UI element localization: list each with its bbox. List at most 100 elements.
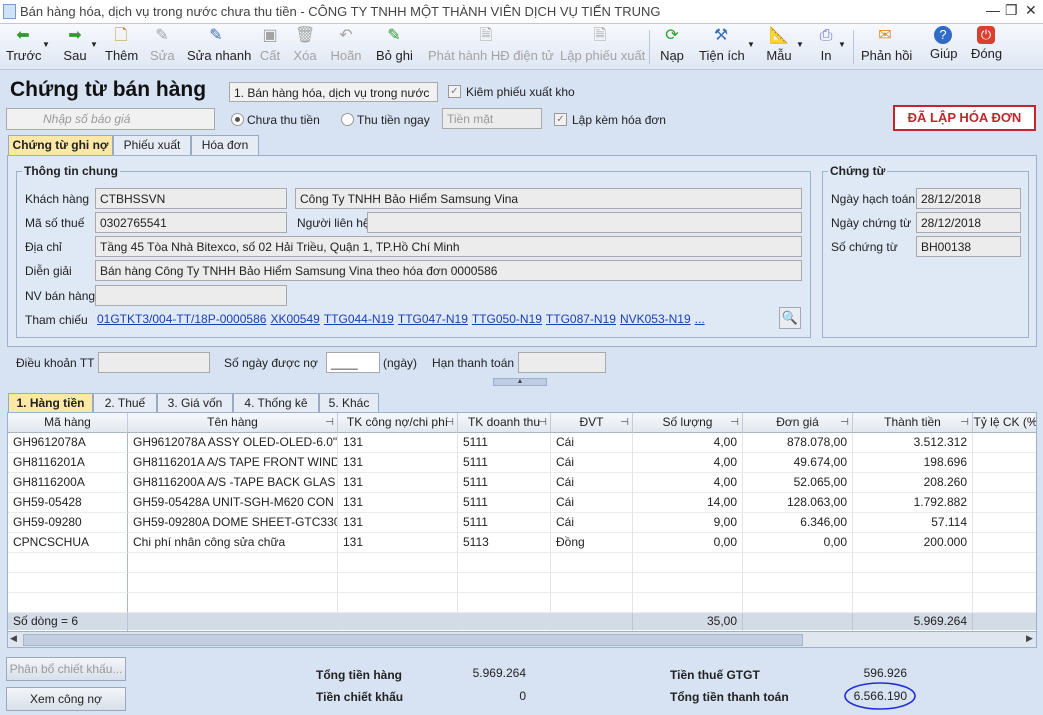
- empty-cell[interactable]: [633, 593, 743, 613]
- col-debit-account-cell[interactable]: 131: [338, 473, 458, 493]
- description-field[interactable]: Bán hàng Công Ty TNHH Bảo Hiểm Samsung V…: [95, 260, 802, 281]
- empty-cell[interactable]: [128, 573, 338, 593]
- add-button[interactable]: 🗋 Thêm: [105, 26, 138, 68]
- empty-cell[interactable]: [338, 573, 458, 593]
- reference-link[interactable]: XK00549: [270, 312, 319, 326]
- col-unit-cell[interactable]: Đồng: [551, 533, 633, 553]
- empty-cell[interactable]: [551, 573, 633, 593]
- credit-days-stepper[interactable]: ____: [326, 352, 380, 373]
- col-quantity-cell[interactable]: 14,00: [633, 493, 743, 513]
- col-revenue-account-cell[interactable]: 5111: [458, 513, 551, 533]
- col-item-name-cell[interactable]: GH59-09280A DOME SHEET-GTC330: [128, 513, 338, 533]
- col-debit-account-cell[interactable]: 131: [338, 513, 458, 533]
- tab-delivery[interactable]: Phiếu xuất: [113, 135, 191, 156]
- voucher-type-select[interactable]: 1. Bán hàng hóa, dịch vụ trong nước: [229, 82, 438, 102]
- customer-code-field[interactable]: CTBHSSVN: [95, 188, 287, 209]
- print-dropdown-icon[interactable]: ▼: [838, 40, 846, 49]
- empty-cell[interactable]: [128, 553, 338, 573]
- save-button[interactable]: ▣ Cất: [259, 26, 281, 68]
- print-button[interactable]: ⎙ In: [815, 26, 837, 68]
- empty-cell[interactable]: [128, 593, 338, 613]
- col-unit-price-cell[interactable]: 52.065,00: [743, 473, 853, 493]
- delivery-checkbox[interactable]: ✓: [448, 85, 461, 98]
- column-pin-icon[interactable]: ⊣: [730, 413, 739, 432]
- col-amount-cell[interactable]: 1.792.882: [853, 493, 973, 513]
- delete-button[interactable]: 🗑 Xóa: [293, 26, 317, 68]
- col-amount-cell[interactable]: 198.696: [853, 453, 973, 473]
- empty-cell[interactable]: [551, 593, 633, 613]
- col-debit-account-cell[interactable]: 131: [338, 533, 458, 553]
- col-revenue-account-cell[interactable]: 5111: [458, 473, 551, 493]
- quote-number-input[interactable]: Nhập số báo giá: [6, 108, 215, 130]
- empty-cell[interactable]: [338, 593, 458, 613]
- empty-cell[interactable]: [973, 593, 1036, 613]
- tab-cost[interactable]: 3. Giá vốn: [157, 393, 233, 414]
- col-amount-header[interactable]: Thành tiền ⊣: [853, 413, 973, 433]
- col-amount-cell[interactable]: 208.260: [853, 473, 973, 493]
- col-quantity-cell[interactable]: 0,00: [633, 533, 743, 553]
- reference-link[interactable]: NVK053-N19: [620, 312, 691, 326]
- utilities-button[interactable]: ⚒ Tiện ích: [699, 26, 745, 68]
- contact-field[interactable]: [367, 212, 802, 233]
- col-unit-price-cell[interactable]: 6.346,00: [743, 513, 853, 533]
- column-pin-icon[interactable]: ⊣: [620, 413, 629, 432]
- tab-debit-voucher[interactable]: Chứng từ ghi nợ: [8, 135, 113, 156]
- col-amount-cell[interactable]: 3.512.312: [853, 433, 973, 453]
- empty-cell[interactable]: [743, 593, 853, 613]
- salesperson-field[interactable]: [95, 285, 287, 306]
- empty-cell[interactable]: [338, 553, 458, 573]
- empty-cell[interactable]: [853, 593, 973, 613]
- col-unit-price-cell[interactable]: 878.078,00: [743, 433, 853, 453]
- col-unit-cell[interactable]: Cái: [551, 473, 633, 493]
- col-unit-cell[interactable]: Cái: [551, 453, 633, 473]
- col-unit-price-cell[interactable]: 49.674,00: [743, 453, 853, 473]
- scroll-thumb[interactable]: [23, 634, 803, 646]
- unpost-button[interactable]: ✎ Bỏ ghi: [376, 26, 413, 68]
- col-item-code-cell[interactable]: CPNCSCHUA: [8, 533, 128, 553]
- posting-date-field[interactable]: 28/12/2018: [916, 188, 1021, 209]
- tab-statistics[interactable]: 4. Thống kê: [233, 393, 319, 414]
- col-item-code-cell[interactable]: GH59-05428: [8, 493, 128, 513]
- col-item-name-cell[interactable]: Chi phí nhân công sửa chữa: [128, 533, 338, 553]
- col-discount-rate-cell[interactable]: [973, 453, 1036, 473]
- scroll-left-icon[interactable]: ◀: [10, 633, 17, 644]
- empty-cell[interactable]: [633, 553, 743, 573]
- close-button[interactable]: ⏻ Đóng: [971, 26, 1002, 68]
- col-item-name-cell[interactable]: GH8116200A A/S -TAPE BACK GLAS: [128, 473, 338, 493]
- col-debit-account-header[interactable]: TK công nợ/chi phí ⊣: [338, 413, 458, 433]
- col-revenue-account-header[interactable]: TK doanh thu ⊣: [458, 413, 551, 433]
- reference-link[interactable]: TTG050-N19: [472, 312, 542, 326]
- column-pin-icon[interactable]: ⊣: [840, 413, 849, 432]
- help-button[interactable]: ? Giúp: [930, 26, 957, 68]
- empty-cell[interactable]: [853, 553, 973, 573]
- empty-cell[interactable]: [8, 573, 128, 593]
- collapse-handle[interactable]: ▲: [493, 378, 547, 386]
- tab-other[interactable]: 5. Khác: [319, 393, 379, 414]
- empty-cell[interactable]: [743, 553, 853, 573]
- load-button[interactable]: ⟳ Nạp: [659, 26, 685, 68]
- empty-cell[interactable]: [8, 553, 128, 573]
- close-window-button[interactable]: ✕: [1025, 2, 1037, 19]
- col-item-name-header[interactable]: Tên hàng ⊣: [128, 413, 338, 433]
- reference-link[interactable]: TTG087-N19: [546, 312, 616, 326]
- col-revenue-account-cell[interactable]: 5113: [458, 533, 551, 553]
- col-item-code-cell[interactable]: GH9612078A: [8, 433, 128, 453]
- col-discount-rate-cell[interactable]: [973, 513, 1036, 533]
- col-item-code-cell[interactable]: GH8116200A: [8, 473, 128, 493]
- col-unit-cell[interactable]: Cái: [551, 433, 633, 453]
- voucher-number-field[interactable]: BH00138: [916, 236, 1021, 257]
- empty-cell[interactable]: [458, 593, 551, 613]
- column-pin-icon[interactable]: ⊣: [1030, 413, 1036, 432]
- col-unit-price-header[interactable]: Đơn giá ⊣: [743, 413, 853, 433]
- column-pin-icon[interactable]: ⊣: [445, 413, 454, 432]
- reference-search-icon[interactable]: 🔍: [779, 307, 801, 329]
- col-quantity-cell[interactable]: 4,00: [633, 453, 743, 473]
- prev-dropdown-icon[interactable]: ▼: [42, 40, 50, 49]
- col-discount-rate-cell[interactable]: [973, 533, 1036, 553]
- col-item-name-cell[interactable]: GH9612078A ASSY OLED-OLED-6.0"F: [128, 433, 338, 453]
- edit-button[interactable]: ✎ Sửa: [150, 26, 175, 68]
- tax-code-field[interactable]: 0302765541: [95, 212, 287, 233]
- col-item-name-cell[interactable]: GH8116201A A/S TAPE FRONT WIND: [128, 453, 338, 473]
- prev-button[interactable]: ⬅ Trước: [6, 26, 42, 68]
- minimize-button[interactable]: —: [986, 2, 1000, 18]
